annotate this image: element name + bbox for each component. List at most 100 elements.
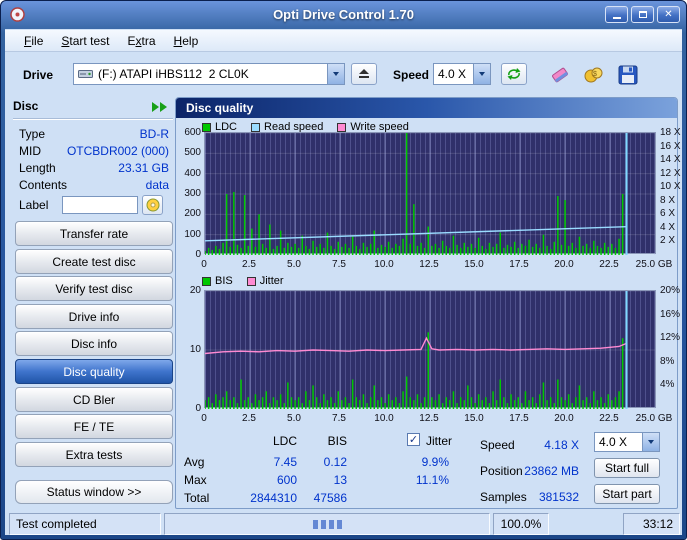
tick-label: 17.5 xyxy=(497,259,541,270)
close-button[interactable]: ✕ xyxy=(657,6,680,23)
sidebar-button-create-test-disc[interactable]: Create test disc xyxy=(15,249,173,274)
chevron-down-icon xyxy=(479,72,485,76)
tick-label: 4 X xyxy=(660,222,686,233)
sidebar-button-disc-info[interactable]: Disc info xyxy=(15,331,173,356)
disc-quality-panel: Disc quality LDCRead speedWrite speed BI… xyxy=(175,97,678,509)
tick-label: 25.0 GB xyxy=(632,259,676,270)
start-part-label: Start part xyxy=(602,487,651,501)
drive-select[interactable]: (F:) ATAPI iHBS112 2 CL0K xyxy=(73,63,345,85)
chevron-down-icon xyxy=(333,72,339,76)
menu-item-file[interactable]: File xyxy=(15,30,52,52)
sidebar-button-fe-te[interactable]: FE / TE xyxy=(15,414,173,439)
stats-col-bis: BIS xyxy=(303,434,347,448)
tick-label: 5.0 xyxy=(272,413,316,424)
write-label-button[interactable] xyxy=(142,195,163,215)
tick-label: 10.0 xyxy=(362,413,406,424)
sidebar-button-verify-test-disc[interactable]: Verify test disc xyxy=(15,276,173,301)
info-label: Type xyxy=(19,127,45,141)
info-value: BD-R xyxy=(140,127,169,141)
tick-label: 20% xyxy=(660,285,686,296)
tick-label: 0 xyxy=(182,259,226,270)
disc-info-row-type: Type BD-R xyxy=(15,125,173,142)
menu-item-start-test[interactable]: Start test xyxy=(52,30,118,52)
drive-icon xyxy=(78,68,94,80)
check-icon: ✓ xyxy=(409,434,418,445)
legend-bis: BIS xyxy=(202,275,233,287)
title-bar: Opti Drive Control 1.70 ✕ xyxy=(1,1,686,28)
donate-button[interactable]: $ xyxy=(579,63,609,87)
legend-swatch xyxy=(337,123,346,132)
tick-label: 22.5 xyxy=(587,413,631,424)
test-speed-select[interactable]: 4.0 X xyxy=(594,432,660,452)
tick-label: 8% xyxy=(660,356,686,367)
sidebar-button-cd-bler[interactable]: CD Bler xyxy=(15,387,173,412)
info-label: MID xyxy=(19,144,41,158)
status-message: Test completed xyxy=(16,517,97,531)
jitter-checkbox[interactable]: ✓ xyxy=(407,433,420,446)
disc-label-icon xyxy=(146,198,160,212)
sidebar-button-drive-info[interactable]: Drive info xyxy=(15,304,173,329)
stats-max-jitter: 11.1% xyxy=(393,473,449,487)
app-window: Opti Drive Control 1.70 ✕ FileStart test… xyxy=(0,0,687,540)
tick-label: 6 X xyxy=(660,208,686,219)
menu-item-extra[interactable]: Extra xyxy=(118,30,164,52)
eject-button[interactable] xyxy=(351,63,377,85)
stats-avg-ldc: 7.45 xyxy=(237,455,297,469)
tick-label: 15.0 xyxy=(452,413,496,424)
label-row: Label xyxy=(15,195,173,215)
coins-icon: $ xyxy=(583,65,605,85)
close-icon: ✕ xyxy=(664,9,672,20)
speed-select-arrow[interactable] xyxy=(473,64,490,84)
disc-section-header: Disc xyxy=(13,99,173,119)
info-label: Contents xyxy=(19,178,67,192)
tick-label: 7.5 xyxy=(317,259,361,270)
transfer-arrows-icon[interactable] xyxy=(151,101,169,113)
info-value: 23.31 GB xyxy=(118,161,169,175)
tick-label: 22.5 xyxy=(587,259,631,270)
drive-select-arrow[interactable] xyxy=(327,64,344,84)
eraser-icon xyxy=(549,65,571,85)
tick-label: 300 xyxy=(176,188,201,199)
tick-label: 400 xyxy=(176,168,201,179)
sidebar-button-extra-tests[interactable]: Extra tests xyxy=(15,442,173,467)
speed-select[interactable]: 4.0 X xyxy=(433,63,491,85)
disc-info-row-length: Length23.31 GB xyxy=(15,159,173,176)
start-full-button[interactable]: Start full xyxy=(594,458,660,478)
save-button[interactable] xyxy=(613,63,643,87)
jitter-checkbox-label[interactable]: Jitter xyxy=(426,434,452,448)
progress-percent: 100.0% xyxy=(501,517,542,531)
start-part-button[interactable]: Start part xyxy=(594,484,660,504)
maximize-icon xyxy=(639,11,647,18)
test-speed-select-value: 4.0 X xyxy=(595,435,631,449)
samples-stat-value: 381532 xyxy=(499,490,579,504)
tick-label: 12 X xyxy=(660,168,686,179)
stats-avg-bis: 0.12 xyxy=(303,455,347,469)
legend-jitter: Jitter xyxy=(247,275,284,287)
speed-label: Speed xyxy=(393,68,429,82)
svg-text:$: $ xyxy=(593,71,597,78)
refresh-speed-button[interactable] xyxy=(501,63,527,85)
label-field-label: Label xyxy=(19,198,48,212)
ldc-speed-chart xyxy=(204,132,656,254)
erase-disc-button[interactable] xyxy=(545,63,575,87)
menu-item-help[interactable]: Help xyxy=(165,30,208,52)
tick-label: 15.0 xyxy=(452,259,496,270)
minimize-button[interactable] xyxy=(605,6,628,23)
drive-label: Drive xyxy=(23,68,53,82)
sidebar-button-disc-quality[interactable]: Disc quality xyxy=(15,359,173,384)
tick-label: 17.5 xyxy=(497,413,541,424)
tick-label: 16% xyxy=(660,309,686,320)
eject-icon xyxy=(358,69,370,79)
sidebar-button-transfer-rate[interactable]: Transfer rate xyxy=(15,221,173,246)
info-value: data xyxy=(146,178,169,192)
tick-label: 8 X xyxy=(660,195,686,206)
panel-header: Disc quality xyxy=(176,98,677,118)
status-window-button[interactable]: Status window >> xyxy=(15,480,173,504)
label-input[interactable] xyxy=(62,196,138,214)
maximize-button[interactable] xyxy=(631,6,654,23)
speed-stat-value: 4.18 X xyxy=(499,438,579,452)
panel-title: Disc quality xyxy=(186,101,253,115)
test-speed-select-arrow[interactable] xyxy=(642,433,659,451)
refresh-icon xyxy=(506,67,522,81)
tick-label: 600 xyxy=(176,127,201,138)
